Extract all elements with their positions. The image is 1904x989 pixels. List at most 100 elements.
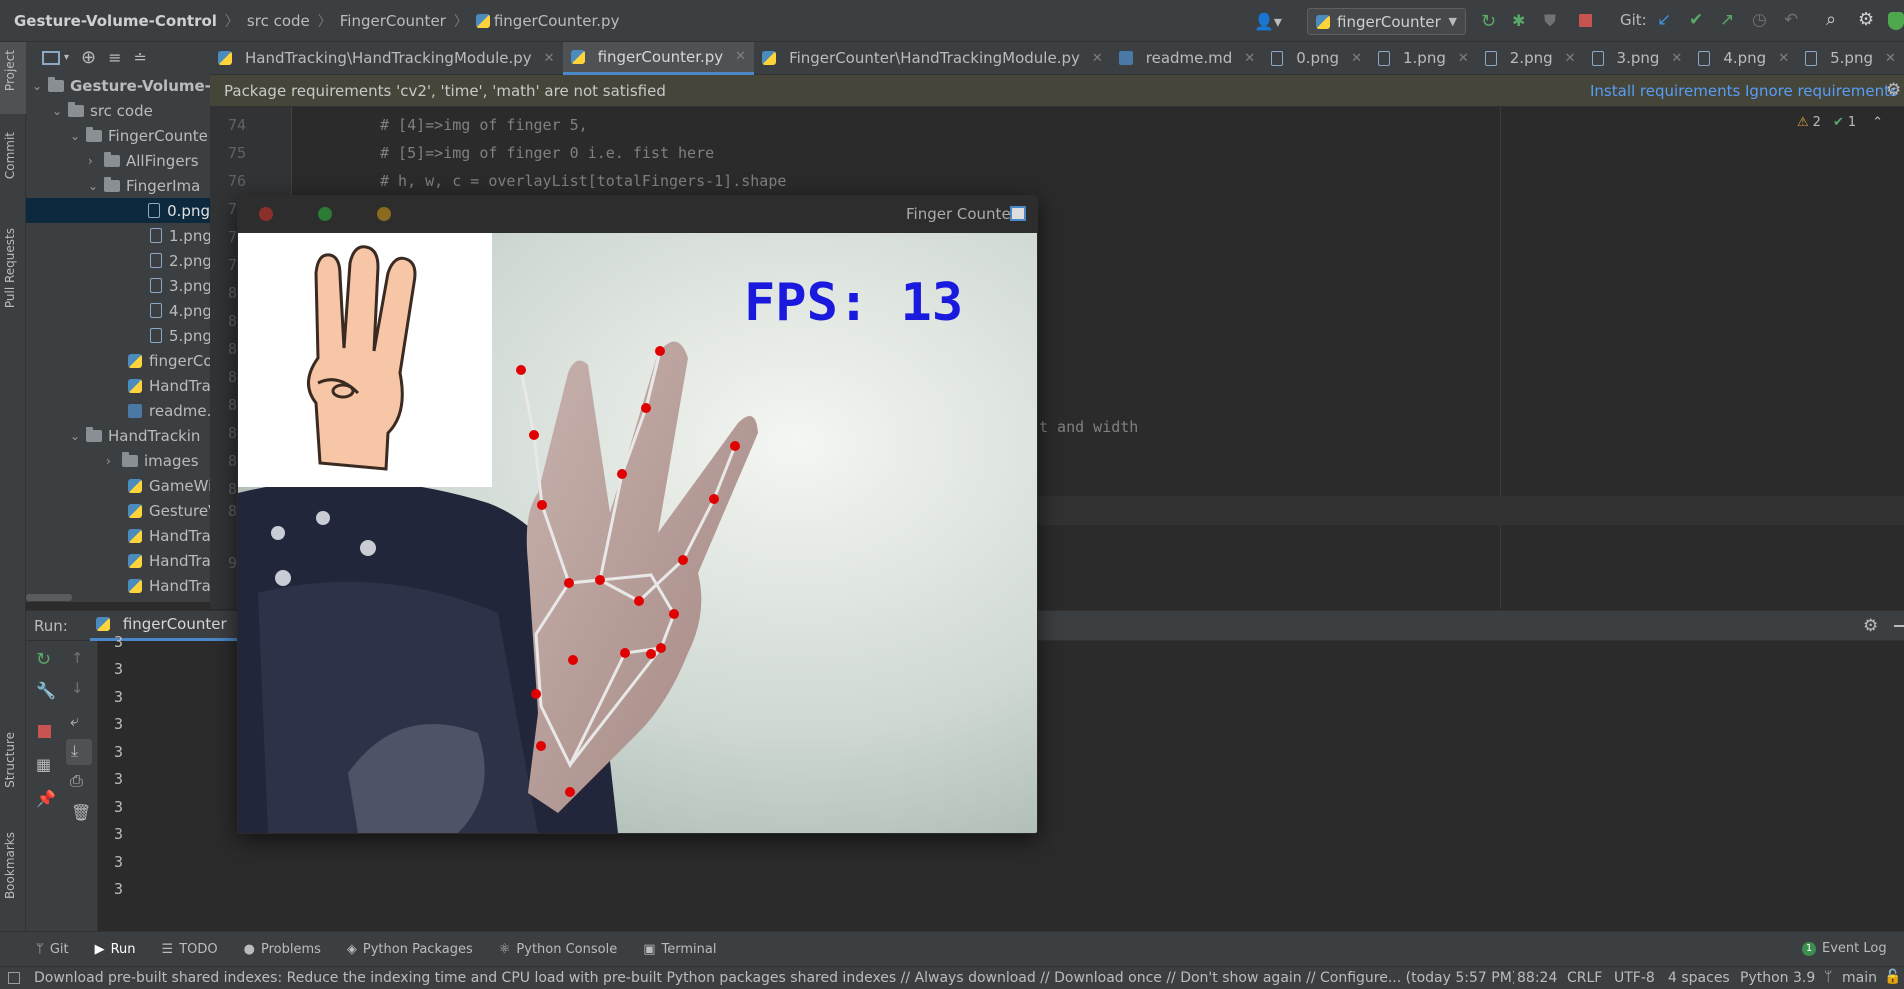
ignore-requirements-link[interactable]: Ignore requirements <box>1745 82 1898 100</box>
gear-icon[interactable]: ⚙ <box>1858 9 1874 30</box>
gear-icon[interactable]: ⚙ <box>1863 616 1878 636</box>
plugin-shield-icon[interactable] <box>1888 12 1904 30</box>
collapse-all-icon[interactable]: ≐ <box>134 48 147 67</box>
minimize-icon[interactable] <box>1894 625 1904 627</box>
tool-tab-structure[interactable]: Structure <box>3 732 17 788</box>
tree-item-images[interactable]: › images <box>106 448 199 473</box>
close-icon[interactable]: ✕ <box>1458 51 1469 66</box>
tab-fingercounter[interactable]: fingerCounter.py ✕ <box>562 41 755 75</box>
lock-icon[interactable]: 🔓 <box>1884 969 1901 985</box>
close-icon[interactable]: ✕ <box>1092 51 1103 66</box>
tab-5-png[interactable]: 5.png ✕ <box>1797 42 1904 75</box>
wrench-icon[interactable]: 🔧 <box>36 681 56 700</box>
tab-2-png[interactable]: 2.png ✕ <box>1477 42 1584 75</box>
tree-item-fingercounter[interactable]: ⌄ FingerCounte <box>70 123 208 148</box>
tree-item-4-png[interactable]: 4.png <box>150 298 210 323</box>
pin-icon[interactable]: 📌 <box>36 789 56 808</box>
tree-item-gamewith[interactable]: GameWit <box>128 473 210 498</box>
soft-wrap-icon[interactable]: ⤶ <box>70 711 79 731</box>
gear-icon[interactable]: ⚙ <box>1886 80 1901 100</box>
coverage-icon[interactable]: ⛊ <box>1544 11 1556 31</box>
window-close-button[interactable] <box>259 207 273 221</box>
tree-item-fingercounter-py[interactable]: fingerCou <box>128 348 210 373</box>
tree-item-src-code[interactable]: ⌄ src code <box>52 98 153 123</box>
tree-item-3-png[interactable]: 3.png <box>150 273 210 298</box>
tree-item-0-png[interactable]: 0.png <box>26 198 210 223</box>
tree-item-1-png[interactable]: 1.png <box>150 223 210 248</box>
breadcrumb-src-code[interactable]: src code <box>247 12 310 30</box>
account-icon[interactable]: 👤▾ <box>1254 12 1282 31</box>
locate-icon[interactable]: ⊕ <box>81 47 96 68</box>
stop-icon[interactable] <box>1579 14 1592 27</box>
debug-icon[interactable]: ✱ <box>1512 11 1525 30</box>
tool-tab-python-console[interactable]: ⚛ Python Console <box>499 942 617 957</box>
line-separator[interactable]: CRLF <box>1567 970 1602 986</box>
close-icon[interactable]: ✕ <box>1778 51 1789 66</box>
arrow-down-icon[interactable]: ↓ <box>71 679 84 697</box>
stop-icon[interactable] <box>38 725 51 738</box>
tree-item-handtrac-1[interactable]: HandTrac <box>128 523 210 548</box>
tab-3-png[interactable]: 3.png ✕ <box>1584 42 1691 75</box>
tool-tab-project[interactable]: Project <box>3 50 17 91</box>
tool-tab-bookmarks[interactable]: Bookmarks <box>3 832 17 899</box>
tree-item-fingerimages[interactable]: ⌄ FingerIma <box>88 173 200 198</box>
horizontal-scrollbar[interactable] <box>26 594 72 601</box>
expand-all-icon[interactable]: ≡ <box>108 48 121 67</box>
print-icon[interactable]: ⎙ <box>70 771 83 791</box>
tree-item-readme[interactable]: readme.m <box>128 398 210 423</box>
tree-item-handtrac-2[interactable]: HandTrac <box>128 548 210 573</box>
close-icon[interactable]: ✕ <box>1671 51 1682 66</box>
window-maximize-button[interactable] <box>318 207 332 221</box>
search-icon[interactable]: ⌕ <box>1826 9 1836 30</box>
close-icon[interactable]: ✕ <box>735 49 746 64</box>
tree-item-gesturevolume[interactable]: GestureVo <box>128 498 210 523</box>
git-branch[interactable]: main <box>1842 970 1877 986</box>
arrow-up-icon[interactable]: ↑ <box>71 649 84 667</box>
caret-position[interactable]: 88:24 <box>1517 970 1557 986</box>
tool-tab-run[interactable]: ▶ Run <box>95 942 136 957</box>
git-update-icon[interactable]: ↙ <box>1657 10 1671 30</box>
breadcrumb-fingercounter[interactable]: FingerCounter <box>340 12 446 30</box>
breadcrumb-file[interactable]: fingerCounter.py <box>494 12 620 30</box>
install-requirements-link[interactable]: Install requirements <box>1590 82 1740 100</box>
tool-tab-python-packages[interactable]: ◈ Python Packages <box>347 942 473 957</box>
close-icon[interactable]: ✕ <box>1565 51 1576 66</box>
finger-counter-window[interactable]: Finger Counter FPS: 13 <box>237 195 1038 834</box>
scroll-to-end-active[interactable] <box>66 739 92 765</box>
tab-4-png[interactable]: 4.png ✕ <box>1690 42 1797 75</box>
tool-tab-terminal[interactable]: ▣ Terminal <box>643 942 716 957</box>
tab-readme[interactable]: readme.md ✕ <box>1111 42 1263 75</box>
status-message[interactable]: Download pre-built shared indexes: Reduc… <box>34 970 1514 986</box>
event-log-button[interactable]: 1 Event Log <box>1802 941 1887 956</box>
tree-item-handtracking-folder[interactable]: ⌄ HandTrackin <box>70 423 200 448</box>
project-view-icon[interactable] <box>42 50 60 65</box>
tab-1-png[interactable]: 1.png ✕ <box>1370 42 1477 75</box>
breadcrumb-project[interactable]: Gesture-Volume-Control <box>14 12 217 30</box>
tab-0-png[interactable]: 0.png ✕ <box>1263 42 1370 75</box>
run-configuration-selector[interactable]: fingerCounter ▼ <box>1307 8 1466 35</box>
tree-item-5-png[interactable]: 5.png <box>150 323 210 348</box>
window-minimize-button[interactable] <box>377 207 391 221</box>
rerun-icon[interactable]: ↻ <box>36 649 51 670</box>
indent-setting[interactable]: 4 spaces <box>1668 970 1730 986</box>
git-push-icon[interactable]: ↗ <box>1720 10 1734 30</box>
trash-icon[interactable]: 🗑 <box>71 803 91 822</box>
tool-tab-commit[interactable]: Commit <box>3 132 17 179</box>
tool-tab-git[interactable]: ᛘ Git <box>36 942 69 957</box>
tree-item-2-png[interactable]: 2.png <box>150 248 210 273</box>
window-titlebar[interactable]: Finger Counter <box>237 195 1038 233</box>
toggle-panels-icon[interactable] <box>8 972 20 984</box>
rerun-icon[interactable]: ↻ <box>1481 11 1496 32</box>
tree-item-handtrac-3[interactable]: HandTrac <box>128 573 210 598</box>
tab-fingercounter-handtracking[interactable]: FingerCounter\HandTrackingModule.py ✕ <box>754 42 1111 75</box>
tree-root[interactable]: ⌄ Gesture-Volume-C <box>32 73 210 98</box>
rollback-icon[interactable]: ↶ <box>1784 10 1798 30</box>
close-icon[interactable]: ✕ <box>1244 51 1255 66</box>
chevron-down-icon[interactable]: ▾ <box>64 52 69 63</box>
git-commit-icon[interactable]: ✔ <box>1689 10 1703 30</box>
tool-tab-todo[interactable]: ☰ TODO <box>162 942 218 957</box>
tab-handtracking-module[interactable]: HandTracking\HandTrackingModule.py ✕ <box>210 42 563 75</box>
file-encoding[interactable]: UTF-8 <box>1614 970 1655 986</box>
chevron-up-icon[interactable]: ⌃ <box>1872 115 1883 130</box>
layout-icon[interactable]: ▦ <box>36 755 51 774</box>
